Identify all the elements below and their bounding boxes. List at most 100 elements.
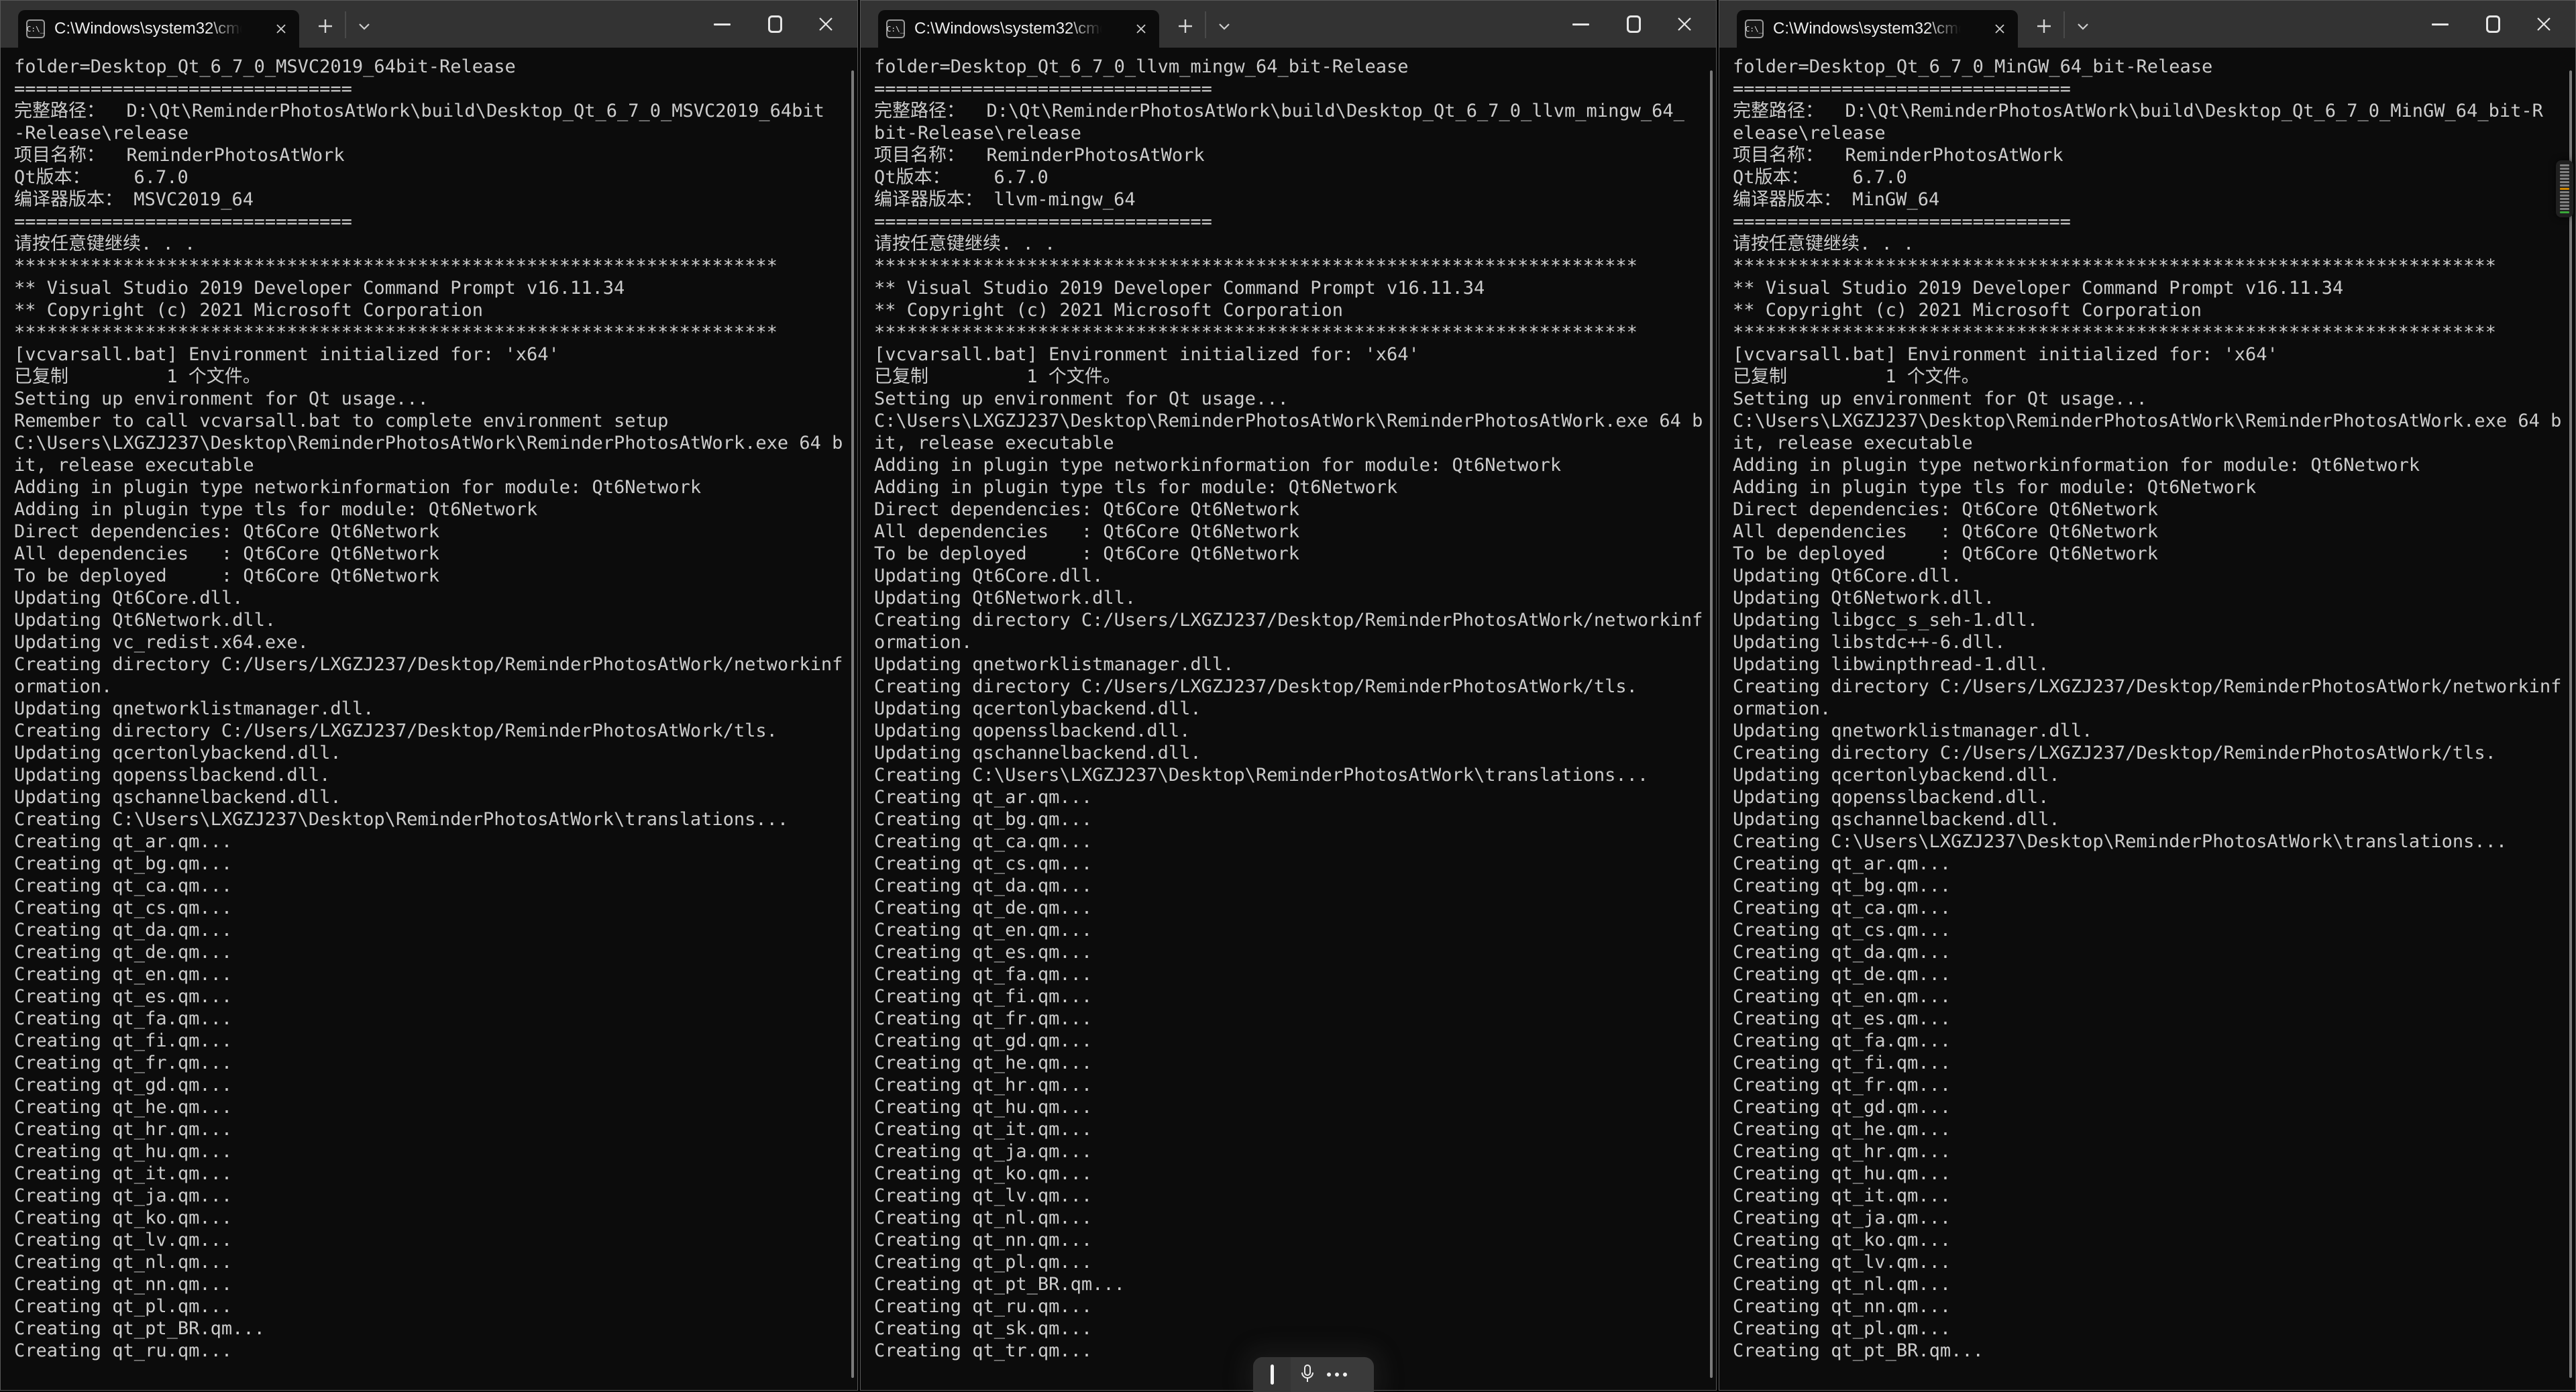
console-line: Updating qschannelbackend.dll. [874,742,1716,764]
tab-bar[interactable]: C:\_ C:\Windows\system32\cmd.e [1719,1,2575,48]
minimize-icon [714,23,731,25]
minimize-button[interactable] [2418,1,2462,48]
scrollbar-mark [2560,208,2569,210]
console-line: Updating libstdc++-6.dll. [1733,631,2575,653]
tab-close-icon[interactable] [1990,19,2010,39]
new-tab-button[interactable] [311,11,340,41]
console-line: ** Copyright (c) 2021 Microsoft Corporat… [874,299,1716,321]
console-line: =============================== [874,78,1716,100]
console-line: Creating C:\Users\LXGZJ237\Desktop\Remin… [874,764,1716,786]
console-line: Creating qt_fr.qm... [14,1052,857,1074]
console-line: Creating qt_ar.qm... [874,786,1716,808]
console-line: Creating qt_pt_BR.qm... [1733,1340,2575,1362]
console-line: Updating libwinpthread-1.dll. [1733,653,2575,676]
maximize-button[interactable] [2471,1,2515,48]
scrollbar-mark [2560,181,2569,183]
console-line: Creating qt_ar.qm... [14,831,857,853]
cmd-icon-text: C:\_ [887,25,905,33]
console-line: Adding in plugin type tls for module: Qt… [1733,476,2575,498]
console-line: folder=Desktop_Qt_6_7_0_MinGW_64_bit-Rel… [1733,56,2575,78]
console-line: Creating qt_lv.qm... [14,1229,857,1251]
console-line: [vcvarsall.bat] Environment initialized … [874,343,1716,366]
new-tab-button[interactable] [2029,11,2059,41]
minimize-button[interactable] [700,1,744,48]
console-line: Creating qt_nl.qm... [874,1207,1716,1229]
new-tab-button[interactable] [1171,11,1200,41]
console-line: Creating qt_fr.qm... [1733,1074,2575,1096]
scrollbar-thumb[interactable] [2569,70,2572,1378]
terminal-window-mingw: C:\_ C:\Windows\system32\cmd.e folder=De… [1719,0,2576,1391]
more-options-icon[interactable] [1327,1373,1347,1377]
console-line: 已复制 1 个文件。 [14,366,857,388]
console-line: Updating Qt6Network.dll. [874,587,1716,609]
voice-typing-widget[interactable] [1253,1357,1374,1392]
close-button[interactable] [1662,1,1707,48]
console-line: Creating qt_ja.qm... [14,1185,857,1207]
console-line: Creating qt_hu.qm... [1733,1163,2575,1185]
scrollbar[interactable] [2566,49,2575,1389]
console-line: Updating qschannelbackend.dll. [1733,808,2575,831]
console-line: ****************************************… [14,255,857,277]
maximize-button[interactable] [1611,1,1656,48]
tab-dropdown-button[interactable] [1211,11,1238,41]
console-line: C:\Users\LXGZJ237\Desktop\ReminderPhotos… [1733,410,2575,432]
console-line: Creating qt_en.qm... [874,919,1716,941]
tab-dropdown-button[interactable] [351,11,378,41]
console-line: Creating qt_fa.qm... [14,1008,857,1030]
console-line: ****************************************… [14,321,857,343]
console-line: Creating qt_nn.qm... [1733,1295,2575,1318]
microphone-icon[interactable] [1291,1357,1324,1392]
close-button[interactable] [2522,1,2566,48]
scrollbar-thumb[interactable] [851,70,854,1378]
scrollbar[interactable] [848,49,857,1389]
close-button[interactable] [804,1,848,48]
console-line: Creating qt_es.qm... [1733,1008,2575,1030]
console-line: 完整路径： D:\Qt\ReminderPhotosAtWork\build\D… [1733,100,2575,122]
scrollbar[interactable] [1707,49,1716,1389]
console-line: Creating qt_fa.qm... [874,963,1716,985]
console-line: All dependencies : Qt6Core Qt6Network [874,521,1716,543]
scrollbar-mark [2560,164,2569,166]
tab-cmd[interactable]: C:\_ C:\Windows\system32\cmd.e [18,10,299,48]
console-line: Creating qt_fi.qm... [874,985,1716,1008]
console-line: 编译器版本： llvm-mingw_64 [874,189,1716,211]
console-line: 项目名称： ReminderPhotosAtWork [874,144,1716,166]
scrollbar-thumb[interactable] [1710,70,1713,1378]
scrollbar-mark [2560,178,2569,180]
terminal-window-llvm-mingw: C:\_ C:\Windows\system32\cmd.e folder=De… [860,0,1717,1391]
maximize-button[interactable] [753,1,797,48]
minimize-button[interactable] [1558,1,1603,48]
console-line: C:\Users\LXGZJ237\Desktop\ReminderPhotos… [14,432,857,454]
console-line: Creating qt_cs.qm... [1733,919,2575,941]
tab-bar[interactable]: C:\_ C:\Windows\system32\cmd.e [861,1,1716,48]
console-line: Updating qopensslbackend.dll. [14,764,857,786]
console-line: Creating qt_es.qm... [874,941,1716,963]
console-line: 完整路径： D:\Qt\ReminderPhotosAtWork\build\D… [14,100,857,122]
tab-close-icon[interactable] [1131,19,1151,39]
console-line: Creating qt_ar.qm... [1733,853,2575,875]
console-line: Creating qt_nl.qm... [14,1251,857,1273]
console-line: Updating qcertonlybackend.dll. [14,742,857,764]
terminal-output: folder=Desktop_Qt_6_7_0_MinGW_64_bit-Rel… [1719,48,2575,1390]
console-line: Updating qcertonlybackend.dll. [1733,764,2575,786]
console-line: Setting up environment for Qt usage... [14,388,857,410]
console-line: Creating qt_fi.qm... [1733,1052,2575,1074]
console-line: elease\release [1733,122,2575,144]
terminal-output: folder=Desktop_Qt_6_7_0_llvm_mingw_64_bi… [861,48,1716,1390]
console-line: ** Copyright (c) 2021 Microsoft Corporat… [1733,299,2575,321]
tab-title: C:\Windows\system32\cmd.e [54,19,242,38]
console-line: Updating qschannelbackend.dll. [14,786,857,808]
console-line: ****************************************… [1733,321,2575,343]
tab-cmd[interactable]: C:\_ C:\Windows\system32\cmd.e [878,10,1159,48]
tab-cmd[interactable]: C:\_ C:\Windows\system32\cmd.e [1737,10,2018,48]
console-line: Creating qt_ja.qm... [874,1140,1716,1163]
close-icon [817,15,835,33]
console-line: Direct dependencies: Qt6Core Qt6Network [874,498,1716,521]
console-line: ****************************************… [874,255,1716,277]
tab-bar[interactable]: C:\_ C:\Windows\system32\cmd.e [1,1,857,48]
tab-close-icon[interactable] [271,19,291,39]
console-line: Direct dependencies: Qt6Core Qt6Network [14,521,857,543]
console-line: To be deployed : Qt6Core Qt6Network [14,565,857,587]
tab-dropdown-button[interactable] [2070,11,2096,41]
cmd-icon: C:\_ [26,19,45,38]
